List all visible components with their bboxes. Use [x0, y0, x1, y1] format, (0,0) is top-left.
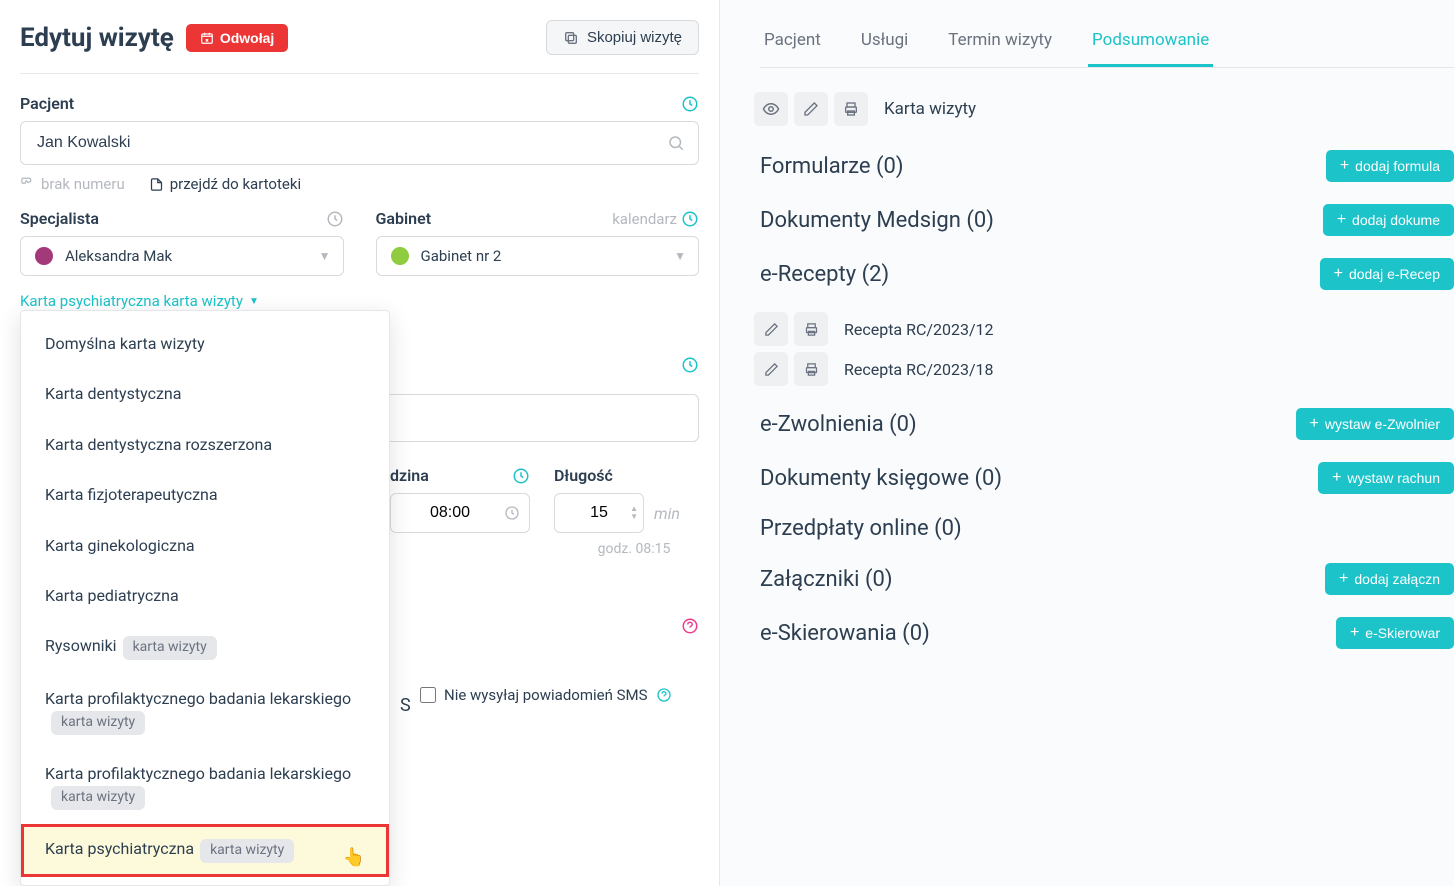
dropdown-item[interactable]: Karta ginekologiczna — [21, 521, 389, 571]
clock-icon — [504, 505, 520, 521]
chevron-down-icon: ▼ — [674, 249, 686, 263]
visit-card-type-link[interactable]: Karta psychiatryczna karta wizyty ▼ — [20, 292, 259, 310]
plus-icon: + — [1310, 415, 1319, 433]
clock-icon[interactable] — [512, 467, 530, 485]
dropdown-item[interactable]: Karta psychiatrycznakarta wizyty👆 — [21, 824, 389, 877]
plus-icon: + — [1334, 265, 1343, 283]
go-to-file-link[interactable]: przejdź do kartoteki — [149, 175, 301, 193]
pencil-icon-button[interactable] — [794, 92, 828, 126]
section-title: e-Recepty (2) — [760, 262, 889, 287]
dropdown-item[interactable]: Karta dentystyczna — [21, 369, 389, 419]
add-button[interactable]: +e-Skierowar — [1336, 617, 1454, 649]
search-icon[interactable] — [667, 134, 685, 152]
page-title: Edytuj wizytę — [20, 23, 174, 53]
tab-pacjent[interactable]: Pacjent — [760, 20, 825, 67]
pencil-icon-button[interactable] — [754, 312, 788, 346]
item-label: Recepta RC/2023/18 — [844, 360, 994, 379]
clock-icon[interactable] — [326, 210, 344, 228]
plus-icon: + — [1340, 157, 1349, 175]
cabinet-select[interactable]: Gabinet nr 2 ▼ — [376, 236, 700, 276]
section-title: e-Skierowania (0) — [760, 621, 930, 646]
pencil-icon-button[interactable] — [754, 352, 788, 386]
chevron-down-icon: ▼ — [319, 249, 331, 263]
specialist-select[interactable]: Aleksandra Mak ▼ — [20, 236, 344, 276]
list-item: Recepta RC/2023/18 — [754, 352, 1454, 386]
dropdown-item[interactable]: Karta dentystyczna rozszerzona — [21, 420, 389, 470]
length-unit: min — [654, 504, 680, 523]
clock-icon[interactable] — [681, 356, 699, 374]
clock-icon[interactable] — [681, 210, 699, 228]
copy-visit-button[interactable]: Skopiuj wizytę — [546, 20, 699, 55]
add-button[interactable]: +dodaj formula — [1326, 150, 1454, 182]
specialist-label: Specjalista — [20, 209, 99, 228]
tag-pill: karta wizyty — [51, 786, 145, 810]
dropdown-item[interactable]: Karta pediatryczna — [21, 571, 389, 621]
help-icon[interactable] — [656, 687, 672, 703]
item-label: Recepta RC/2023/12 — [844, 320, 994, 339]
section-title: e-Zwolnienia (0) — [760, 412, 917, 437]
add-button[interactable]: +dodaj załączn — [1325, 563, 1454, 595]
tab-usługi[interactable]: Usługi — [857, 20, 912, 67]
tab-termin-wizyty[interactable]: Termin wizyty — [944, 20, 1056, 67]
calendar-link[interactable]: kalendarz — [612, 210, 677, 228]
help-icon[interactable] — [681, 617, 699, 635]
printer-icon-button[interactable] — [794, 352, 828, 386]
section-title: Formularze (0) — [760, 154, 904, 179]
plus-icon: + — [1337, 211, 1346, 229]
add-button[interactable]: +wystaw e-Zwolnier — [1296, 408, 1454, 440]
dropdown-item[interactable]: Karta profilaktycznego badania lekarskie… — [21, 749, 389, 824]
tag-pill: karta wizyty — [123, 636, 217, 660]
patient-input[interactable] — [20, 121, 699, 165]
stepper-icon[interactable]: ▲▼ — [630, 505, 638, 521]
printer-icon-button[interactable] — [834, 92, 868, 126]
sms-checkbox-label: Nie wysyłaj powiadomień SMS — [444, 686, 648, 704]
caret-down-icon: ▼ — [249, 296, 259, 307]
specialist-dot-icon — [35, 247, 53, 265]
add-button[interactable]: +dodaj dokume — [1323, 204, 1454, 236]
no-phone-note: brak numeru — [20, 175, 125, 193]
section-title: Dokumenty księgowe (0) — [760, 466, 1002, 491]
tag-pill: karta wizyty — [200, 839, 294, 863]
visit-card-label: Karta wizyty — [884, 99, 976, 119]
plus-icon: + — [1339, 570, 1348, 588]
end-time-note: godz. 08:15 — [554, 541, 714, 557]
calendar-x-icon — [200, 31, 214, 45]
hour-label: dzina — [390, 466, 429, 485]
dropdown-item[interactable]: Rysownikikarta wizyty — [21, 621, 389, 674]
add-button[interactable]: +wystaw rachun — [1318, 462, 1454, 494]
dropdown-item[interactable]: Karta fizjoterapeutyczna — [21, 470, 389, 520]
length-label: Długość — [554, 466, 613, 485]
dropdown-item[interactable]: Domyślna karta wizyty — [21, 319, 389, 369]
clock-icon[interactable] — [681, 95, 699, 113]
eye-icon-button[interactable] — [754, 92, 788, 126]
visit-card-dropdown: Domyślna karta wizytyKarta dentystycznaK… — [20, 310, 390, 886]
tag-pill: karta wizyty — [51, 711, 145, 735]
divider — [20, 73, 699, 74]
cursor-icon: 👆 — [343, 845, 365, 870]
section-title: Przedpłaty online (0) — [760, 516, 962, 541]
list-item: Recepta RC/2023/12 — [754, 312, 1454, 346]
tab-podsumowanie[interactable]: Podsumowanie — [1088, 20, 1213, 67]
plus-icon: + — [1350, 624, 1359, 642]
cabinet-label: Gabinet — [376, 209, 432, 228]
copy-icon — [563, 30, 579, 46]
printer-icon-button[interactable] — [794, 312, 828, 346]
cabinet-dot-icon — [391, 247, 409, 265]
plus-icon: + — [1332, 469, 1341, 487]
patient-label: Pacjent — [20, 94, 74, 113]
dropdown-item[interactable]: Karta profilaktycznego badania lekarskie… — [21, 674, 389, 749]
add-button[interactable]: +dodaj e-Recep — [1320, 258, 1454, 290]
cancel-visit-button[interactable]: Odwołaj — [186, 24, 288, 52]
section-title: Załączniki (0) — [760, 567, 893, 592]
sms-checkbox[interactable] — [420, 687, 436, 703]
section-title: Dokumenty Medsign (0) — [760, 208, 994, 233]
